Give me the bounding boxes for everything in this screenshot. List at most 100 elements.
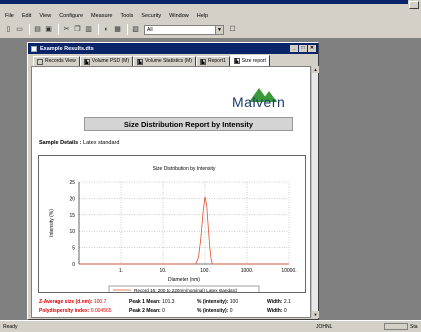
toolbar: ▯ ▭ ▤ ▣ ✂ ❐ ▥ ◐ ▦ ▧ All ▼ ☐: [0, 21, 421, 39]
app-close-button[interactable]: [409, 1, 419, 9]
intensity1-value: 100: [229, 298, 239, 305]
x-tick-label: 1000.: [241, 268, 254, 274]
y-tick-label: 20: [69, 196, 75, 202]
peak1: Peak 1 Mean: 101.3: [129, 299, 197, 305]
menu-window[interactable]: Window: [169, 13, 189, 19]
workspace-select[interactable]: All ▼: [144, 24, 224, 35]
intensity1-label: % (intensity):: [197, 298, 229, 305]
tab-label: Size report: [241, 57, 266, 64]
document-icon: [31, 45, 37, 52]
document-title-bar: Example Results.dts _ □ ✕: [28, 43, 318, 54]
tab-strip: Records View ▙ Volume PSD (M) ▙ Volume Sta…: [33, 55, 270, 66]
results-summary: Z-Average size (d.nm): 100.7 Peak 1 Mean…: [39, 297, 309, 315]
menu-file[interactable]: File: [5, 13, 14, 19]
workspace-icon[interactable]: ▧: [131, 25, 140, 34]
scroll-up-icon[interactable]: ▲: [312, 66, 319, 73]
vertical-scrollbar[interactable]: ▲ ▼: [311, 66, 319, 318]
menu-security[interactable]: Security: [141, 13, 161, 19]
y-axis-label: Intensity (%): [49, 209, 55, 237]
tab-label: Volume PSD (M): [91, 58, 129, 64]
width2: Width: 0: [267, 308, 309, 314]
tab-label: Report1: [207, 58, 226, 64]
peak1-label: Peak 1 Mean:: [129, 298, 161, 305]
x-tick-label: 1.: [119, 268, 123, 274]
app-title-fill: [0, 0, 408, 4]
copy-icon[interactable]: ❐: [73, 25, 82, 34]
measure-icon[interactable]: ◐: [102, 25, 111, 34]
size-distribution-chart: Size Distribution by Intensity 0 5 10 15 20 25…: [49, 166, 297, 292]
tab-size-report[interactable]: ▙ Size report: [229, 55, 270, 66]
paste-icon[interactable]: ▥: [84, 25, 93, 34]
maximize-button[interactable]: □: [299, 45, 307, 52]
y-tick-label: 10: [69, 229, 75, 235]
pdi-value: 0.004565: [90, 307, 112, 314]
y-tick-label: 25: [69, 180, 75, 186]
peak2-label: Peak 2 Mean:: [129, 307, 161, 314]
x-tick-label: 10000.: [281, 268, 296, 274]
document-window: Example Results.dts _ □ ✕ Records View ▙…: [27, 42, 319, 320]
y-tick-label: 0: [72, 262, 75, 268]
toolbar-separator: [127, 24, 128, 35]
status-end-text: Sta: [410, 323, 418, 330]
z-average-label: Z-Average size (d.nm):: [39, 298, 93, 305]
tab-icon: [37, 58, 43, 65]
document-title: Example Results.dts: [40, 45, 94, 52]
tab-volume-psd[interactable]: ▙ Volume PSD (M): [79, 56, 133, 66]
sample-details-value: Latex standard: [83, 140, 120, 146]
report-title: Size Distribution Report by Intensity: [84, 117, 293, 131]
menu-configure[interactable]: Configure: [59, 13, 83, 19]
y-tick-label: 15: [69, 213, 75, 219]
chart-icon: ▙: [137, 58, 143, 65]
intensity1: % (intensity): 100: [197, 299, 267, 305]
tab-volume-statistics[interactable]: ▙ Volume Statistics (M): [133, 56, 196, 66]
tab-records-view[interactable]: Records View: [33, 56, 80, 66]
legend-label: Record 16: 200 to 220nm(nominal) Latex s…: [134, 288, 237, 292]
print-icon[interactable]: ▤: [33, 25, 42, 34]
chart-icon: ▙: [233, 58, 240, 64]
minimize-button[interactable]: _: [290, 45, 298, 52]
menu-measure[interactable]: Measure: [91, 13, 112, 19]
chart-icon: ▙: [199, 58, 206, 65]
z-average: Z-Average size (d.nm): 100.7: [39, 299, 129, 305]
open-icon[interactable]: ▭: [15, 25, 24, 34]
menu-view[interactable]: View: [39, 13, 51, 19]
report-page: Malvern Size Distribution Report by Inte…: [31, 66, 311, 318]
menu-edit[interactable]: Edit: [22, 13, 31, 19]
menu-help[interactable]: Help: [197, 13, 208, 19]
toolbar-separator: [29, 24, 30, 35]
intensity2-label: % (intensity):: [197, 307, 229, 314]
chevron-down-icon[interactable]: ▼: [215, 25, 223, 34]
close-button[interactable]: ✕: [308, 45, 316, 52]
sample-details-label: Sample Details :: [39, 140, 82, 146]
width2-label: Width:: [267, 307, 283, 314]
x-tick-label: 10.: [160, 268, 167, 274]
menu-tools[interactable]: Tools: [120, 13, 133, 19]
toolbar-separator: [58, 24, 59, 35]
logo-text: Malvern: [232, 94, 286, 110]
pdi-label: Polydispersity index:: [39, 307, 90, 314]
sample-details: Sample Details : Latex standard: [39, 140, 119, 146]
width1-value: 2.1: [283, 298, 291, 305]
cut-icon[interactable]: ✂: [62, 25, 71, 34]
preview-icon[interactable]: ▣: [44, 25, 53, 34]
chart-icon: ▙: [83, 58, 90, 65]
properties-icon[interactable]: ☐: [228, 25, 237, 34]
x-axis-label: Diameter (nm): [168, 277, 200, 283]
stats-row-1: Z-Average size (d.nm): 100.7 Peak 1 Mean…: [39, 297, 309, 306]
tab-report1[interactable]: ▙ Report1: [195, 56, 230, 66]
status-user: JOHNL: [316, 323, 333, 330]
workspace-select-value: All: [147, 26, 153, 33]
report-icon[interactable]: ▦: [113, 25, 122, 34]
peak1-value: 101.3: [162, 298, 175, 305]
width1: Width: 2.1: [267, 299, 309, 305]
intensity2-value: 0: [229, 307, 233, 314]
status-bar: Ready JOHNL Sta: [0, 320, 421, 332]
stats-row-2: Polydispersity index: 0.004565 Peak 2 Me…: [39, 306, 309, 315]
scroll-down-icon[interactable]: ▼: [312, 311, 319, 318]
width2-value: 0: [283, 307, 287, 314]
peak2: Peak 2 Mean: 0: [129, 308, 197, 314]
new-icon[interactable]: ▯: [4, 25, 13, 34]
y-tick-label: 5: [72, 246, 75, 252]
tab-label: Volume Statistics (M): [145, 58, 192, 64]
width1-label: Width:: [267, 298, 283, 305]
